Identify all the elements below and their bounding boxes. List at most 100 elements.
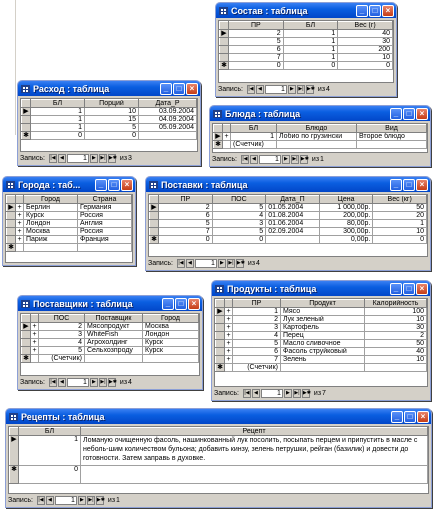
table-cell[interactable]: 300,00р. [318, 227, 374, 236]
table-cell[interactable]: 7 [232, 355, 281, 364]
new-record-icon[interactable]: ✱ [213, 140, 223, 149]
table-cell[interactable]: Москва [23, 227, 78, 236]
table-cell[interactable]: 02.09.2004 [265, 227, 320, 236]
new-record-icon[interactable]: ✱ [219, 61, 229, 70]
table-cell[interactable]: 1 [372, 219, 427, 228]
table-cell[interactable]: Лондон [142, 330, 199, 339]
prev-record-icon[interactable]: ◀ [251, 389, 260, 398]
table-cell[interactable]: 5 [211, 227, 267, 236]
table-cell[interactable]: 10 [364, 355, 427, 364]
row-selector[interactable] [21, 338, 31, 347]
table-cell[interactable]: 1 [232, 307, 281, 316]
table-cell[interactable]: Париж [23, 235, 78, 244]
current-row-icon[interactable]: ▶ [213, 132, 223, 141]
row-selector[interactable] [149, 211, 159, 220]
table-cell[interactable]: 0 [228, 61, 284, 70]
blyuda-titlebar[interactable]: Блюда : таблица _ □ × [210, 106, 430, 121]
new-record-icon[interactable]: ✱ [215, 363, 225, 372]
column-header[interactable]: Блюдо [276, 124, 357, 133]
row-selector[interactable] [6, 235, 16, 244]
expand-plus-icon[interactable]: + [224, 347, 233, 356]
recepty-titlebar[interactable]: Рецепты : таблица _ □ × [6, 409, 431, 424]
minimize-icon[interactable]: _ [390, 178, 402, 191]
record-number-field[interactable]: 1 [194, 259, 217, 268]
table-cell[interactable]: 4 [211, 211, 267, 220]
column-header[interactable]: Дата_Р [138, 99, 197, 108]
next-record-icon[interactable]: ▶ [89, 378, 98, 387]
column-header[interactable]: ПОС [211, 195, 267, 204]
select-all[interactable] [21, 314, 31, 323]
table-cell[interactable]: 0 [282, 61, 339, 70]
table-cell[interactable]: 50 [372, 203, 427, 212]
maximize-icon[interactable]: □ [404, 410, 416, 423]
column-header[interactable]: ПР [228, 21, 284, 30]
record-number-field[interactable]: 1 [66, 378, 89, 387]
table-cell[interactable]: 40 [337, 29, 393, 38]
table-cell[interactable]: 6 [158, 211, 213, 220]
select-all[interactable] [219, 21, 229, 30]
table-cell[interactable]: 1 [30, 123, 85, 132]
expand-plus-icon[interactable]: + [224, 307, 233, 316]
select-all[interactable] [6, 195, 16, 204]
table-cell[interactable]: 0 [30, 131, 85, 140]
table-cell[interactable] [77, 243, 132, 252]
table-cell[interactable]: Мясопродукт [84, 322, 143, 331]
column-header[interactable]: ПР [158, 195, 213, 204]
table-cell[interactable] [265, 235, 320, 244]
record-number-field[interactable]: 1 [264, 85, 287, 94]
table-cell[interactable]: Москва [142, 322, 199, 331]
table-cell[interactable]: WhiteFish [84, 330, 143, 339]
maximize-icon[interactable]: □ [403, 178, 415, 191]
table-cell[interactable]: 0 [84, 131, 139, 140]
postavki-titlebar[interactable]: Поставки : таблица _ □ × [146, 177, 430, 192]
table-cell[interactable]: 15 [84, 115, 139, 124]
prev-record-icon[interactable]: ◀ [57, 378, 66, 387]
expand-plus-icon[interactable]: + [224, 323, 233, 332]
prev-record-icon[interactable]: ◀ [255, 85, 264, 94]
last-record-icon[interactable]: ▶| [296, 85, 305, 94]
expand-plus-icon[interactable]: + [15, 203, 24, 212]
current-row-icon[interactable]: ▶ [9, 435, 19, 466]
row-selector[interactable] [219, 53, 229, 62]
table-cell[interactable]: 4 [232, 331, 281, 340]
column-header[interactable]: Калорийность [364, 299, 427, 308]
table-cell[interactable]: 5 [211, 203, 267, 212]
expand-plus-icon[interactable]: + [224, 355, 233, 364]
first-record-icon[interactable]: |◀ [48, 378, 57, 387]
table-cell[interactable] [364, 363, 427, 372]
table-cell[interactable]: Агрохолдинг [84, 338, 143, 347]
row-selector[interactable] [215, 355, 225, 364]
table-cell[interactable]: 20 [372, 211, 427, 220]
expand-plus-icon[interactable]: + [30, 346, 39, 355]
table-cell[interactable]: 6 [232, 347, 281, 356]
column-header[interactable]: БЛ [230, 124, 277, 133]
table-cell[interactable]: 1 [30, 107, 85, 116]
table-cell[interactable]: 2 [38, 322, 85, 331]
first-record-icon[interactable]: |◀ [246, 85, 255, 94]
record-number-field[interactable]: 1 [260, 389, 283, 398]
row-selector[interactable] [6, 211, 16, 220]
minimize-icon[interactable]: _ [391, 410, 403, 423]
column-header[interactable]: ПОС [38, 314, 85, 323]
table-cell[interactable]: 05.09.2004 [138, 123, 197, 132]
table-cell[interactable]: 5 [158, 219, 213, 228]
next-record-icon[interactable]: ▶ [89, 154, 98, 163]
record-number-field[interactable]: 1 [258, 155, 281, 164]
table-cell[interactable]: Берлин [23, 203, 78, 212]
row-selector[interactable] [6, 219, 16, 228]
table-cell[interactable]: 1 [30, 115, 85, 124]
column-header[interactable]: БЛ [18, 427, 81, 436]
new-record-button[interactable]: ▶✱ [301, 389, 311, 398]
expand-plus-icon[interactable]: + [15, 219, 24, 228]
goroda-titlebar[interactable]: Города : таб... _ □ × [3, 177, 135, 192]
row-selector[interactable] [215, 339, 225, 348]
recipe-text-cell[interactable]: Ломаную очищенную фасоль, нашинкованный … [80, 435, 428, 466]
next-record-icon[interactable]: ▶ [283, 389, 292, 398]
first-record-icon[interactable]: |◀ [176, 259, 185, 268]
expand-plus-icon[interactable]: + [224, 339, 233, 348]
current-row-icon[interactable]: ▶ [219, 29, 229, 38]
prev-record-icon[interactable]: ◀ [45, 496, 54, 505]
table-cell[interactable] [276, 140, 357, 149]
table-cell[interactable] [138, 131, 197, 140]
record-number-field[interactable]: 1 [54, 496, 77, 505]
